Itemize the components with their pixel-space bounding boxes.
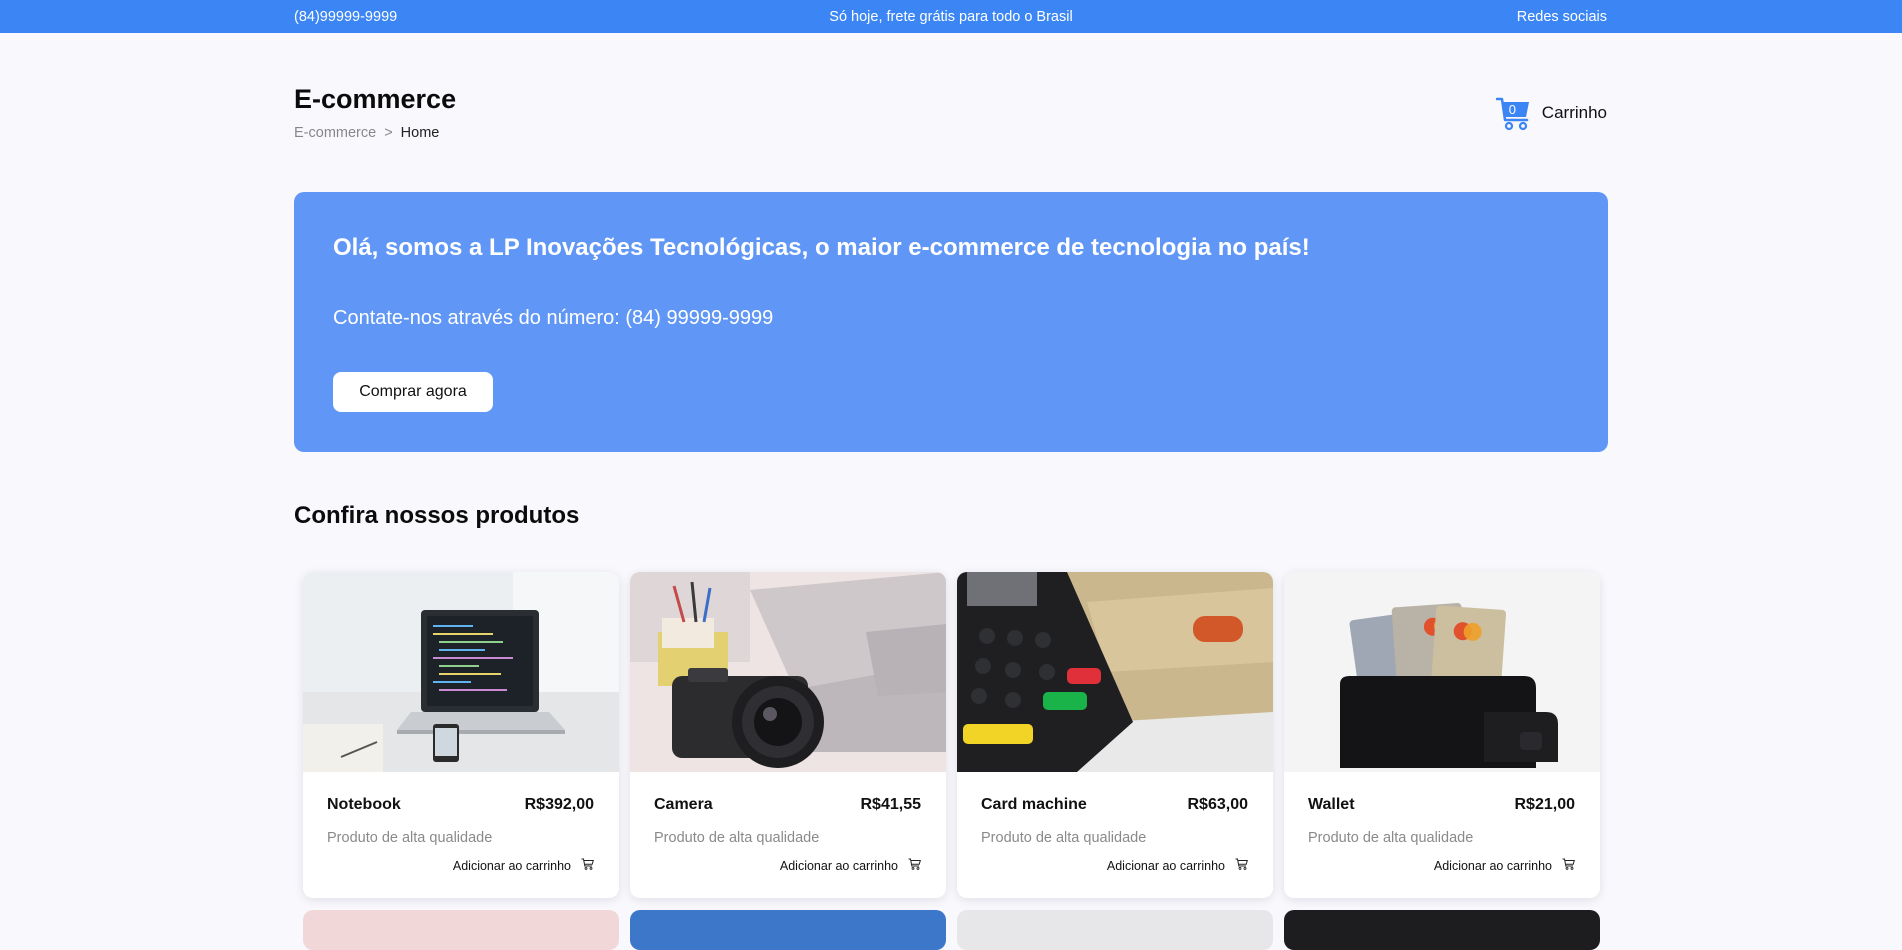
card-machine-photo: [957, 572, 1273, 772]
product-price: R$21,00: [1514, 796, 1576, 813]
product-description: Produto de alta qualidade: [1308, 830, 1474, 846]
phone-text: (84)99999-9999: [294, 9, 398, 25]
cart-icon: 0: [1495, 95, 1532, 131]
products-title: Confira nossos produtos: [294, 502, 580, 529]
product-card-card-machine[interactable]: Card machine R$63,00 Produto de alta qua…: [957, 572, 1273, 898]
breadcrumb-current: Home: [400, 125, 440, 141]
hero-contact: Contate-nos através do número: (84) 9999…: [333, 307, 774, 329]
product-description: Produto de alta qualidade: [327, 830, 493, 846]
product-card-notebook[interactable]: Notebook R$392,00 Produto de alta qualid…: [303, 572, 619, 898]
wallet-photo: [1284, 572, 1600, 772]
notebook-photo: [303, 572, 619, 772]
product-card-wallet[interactable]: Wallet R$21,00 Produto de alta qualidade…: [1284, 572, 1600, 898]
product-price: R$392,00: [524, 796, 594, 813]
add-to-cart-button[interactable]: Adicionar ao carrinho: [453, 858, 594, 873]
product-name: Camera: [654, 796, 713, 813]
add-to-cart-label: Adicionar ao carrinho: [452, 858, 571, 873]
social-link[interactable]: Redes sociais: [1517, 9, 1607, 25]
product-price: R$63,00: [1187, 796, 1249, 813]
small-cart-icon: [1562, 858, 1575, 873]
add-to-cart-label: Adicionar ao carrinho: [1433, 858, 1552, 873]
product-price: R$41,55: [860, 796, 922, 813]
cart-button[interactable]: 0 Carrinho: [1495, 95, 1607, 131]
cart-label: Carrinho: [1541, 103, 1607, 122]
product-card-partial[interactable]: [957, 910, 1273, 950]
breadcrumb-separator: >: [384, 125, 393, 141]
breadcrumb-root[interactable]: E-commerce: [294, 125, 376, 141]
add-to-cart-button[interactable]: Adicionar ao carrinho: [780, 858, 921, 873]
camera-photo: [630, 572, 946, 772]
promo-text: Só hoje, frete grátis para todo o Brasil: [829, 9, 1073, 25]
buy-now-button[interactable]: Comprar agora: [333, 372, 493, 412]
add-to-cart-label: Adicionar ao carrinho: [779, 858, 898, 873]
breadcrumb: E-commerce > Home: [294, 125, 439, 141]
product-description: Produto de alta qualidade: [654, 830, 820, 846]
product-card-partial[interactable]: [630, 910, 946, 950]
product-name: Wallet: [1308, 796, 1355, 813]
hero-title: Olá, somos a LP Inovações Tecnológicas, …: [333, 234, 1310, 261]
top-bar: Só hoje, frete grátis para todo o Brasil…: [0, 0, 1902, 33]
cart-count-badge: 0: [1508, 102, 1517, 117]
product-name: Card machine: [981, 796, 1087, 813]
product-name: Notebook: [327, 796, 401, 813]
page-title: E-commerce: [294, 84, 457, 114]
small-cart-icon: [581, 858, 594, 873]
hero-banner: Olá, somos a LP Inovações Tecnológicas, …: [294, 192, 1608, 452]
product-card-partial[interactable]: [1284, 910, 1600, 950]
small-cart-icon: [1235, 858, 1248, 873]
small-cart-icon: [908, 858, 921, 873]
product-card-camera[interactable]: Camera R$41,55 Produto de alta qualidade…: [630, 572, 946, 898]
add-to-cart-label: Adicionar ao carrinho: [1106, 858, 1225, 873]
add-to-cart-button[interactable]: Adicionar ao carrinho: [1107, 858, 1248, 873]
product-card-partial[interactable]: [303, 910, 619, 950]
product-description: Produto de alta qualidade: [981, 830, 1147, 846]
add-to-cart-button[interactable]: Adicionar ao carrinho: [1434, 858, 1575, 873]
